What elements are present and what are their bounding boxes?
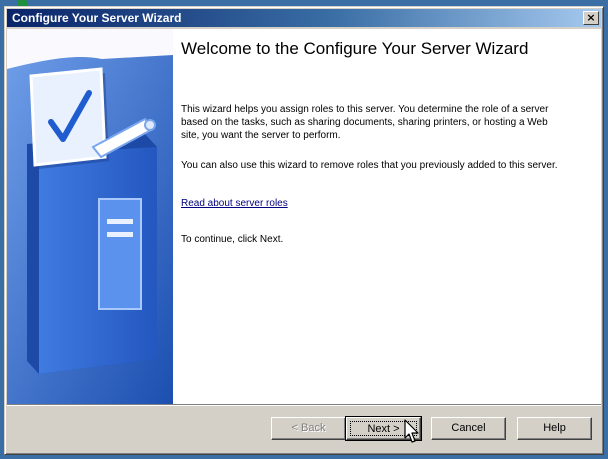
arrow-cursor-icon: [404, 419, 419, 443]
button-separator: [7, 404, 601, 406]
remove-roles-paragraph: You can also use this wizard to remove r…: [181, 160, 558, 171]
wizard-window: Configure Your Server Wizard × Welcome t…: [4, 6, 604, 455]
title-bar[interactable]: Configure Your Server Wizard ×: [7, 9, 601, 27]
server-slot-2: [107, 232, 133, 237]
continue-instruction: To continue, click Next.: [181, 234, 284, 245]
wizard-main-panel: Welcome to the Configure Your Server Wiz…: [181, 29, 591, 404]
clipboard: [29, 67, 107, 167]
cancel-button[interactable]: Cancel: [431, 417, 506, 440]
pencil-tip: [144, 119, 156, 131]
wizard-side-panel: [7, 29, 173, 404]
server-slot-1: [107, 219, 133, 224]
window-title: Configure Your Server Wizard: [12, 11, 182, 25]
intro-paragraph: This wizard helps you assign roles to th…: [181, 104, 549, 141]
help-button[interactable]: Help: [517, 417, 592, 440]
checklist-server-illustration: [7, 29, 173, 404]
server-roles-link[interactable]: Read about server roles: [181, 197, 288, 210]
server-panel: [98, 198, 142, 310]
back-button[interactable]: < Back: [271, 417, 346, 440]
wizard-content: Welcome to the Configure Your Server Wiz…: [7, 29, 601, 404]
close-button[interactable]: ×: [583, 11, 599, 25]
page-title: Welcome to the Configure Your Server Wiz…: [181, 39, 529, 58]
